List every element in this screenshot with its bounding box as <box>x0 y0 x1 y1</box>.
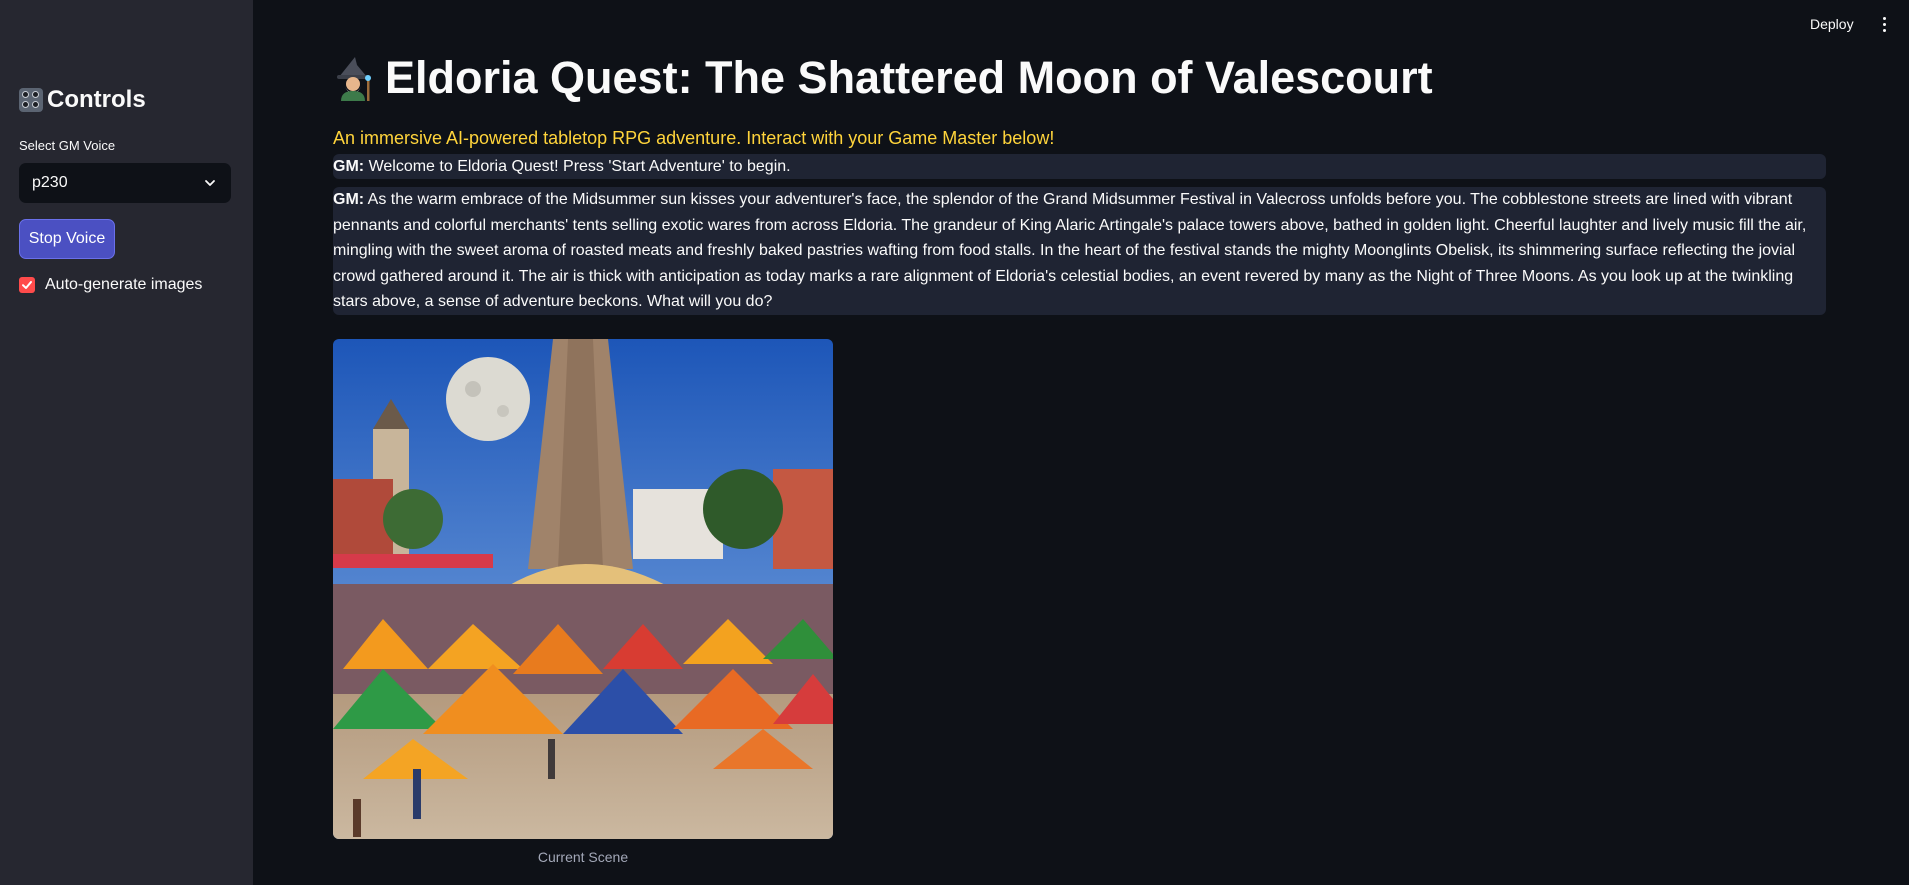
control-knobs-icon <box>19 88 43 112</box>
deploy-button[interactable]: Deploy <box>1810 13 1854 35</box>
checkmark-icon <box>22 281 32 289</box>
gm-voice-selected-value: p230 <box>32 174 68 191</box>
page-title: Eldoria Quest: The Shattered Moon of Val… <box>333 52 1433 104</box>
auto-generate-label: Auto-generate images <box>45 276 203 293</box>
message-text: Welcome to Eldoria Quest! Press 'Start A… <box>368 158 791 175</box>
sidebar-title-text: Controls <box>47 86 146 113</box>
stop-voice-button[interactable]: Stop Voice <box>19 219 115 259</box>
sidebar-title: Controls <box>19 86 146 114</box>
kebab-menu-icon[interactable] <box>1876 14 1892 34</box>
message-text: As the warm embrace of the Midsummer sun… <box>333 191 1807 310</box>
chevron-down-icon <box>205 180 215 186</box>
sidebar: Controls Select GM Voice p230 Stop Voice… <box>0 0 253 885</box>
auto-generate-checkbox[interactable] <box>19 277 35 293</box>
message-speaker: GM: <box>333 191 365 208</box>
chat-message: GM: Welcome to Eldoria Quest! Press 'Sta… <box>333 154 1826 179</box>
scene-caption: Current Scene <box>537 849 629 865</box>
page-title-text: Eldoria Quest: The Shattered Moon of Val… <box>385 52 1433 103</box>
page-subtitle: An immersive AI-powered tabletop RPG adv… <box>333 128 1055 148</box>
auto-generate-images-toggle[interactable]: Auto-generate images <box>19 276 202 294</box>
voice-select-label: Select GM Voice <box>19 138 116 153</box>
scene-image <box>333 339 833 839</box>
gm-voice-select[interactable]: p230 <box>19 163 231 203</box>
message-speaker: GM: <box>333 158 365 175</box>
festival-scene-illustration <box>333 339 833 839</box>
mage-icon <box>337 57 371 101</box>
chat-message: GM: As the warm embrace of the Midsummer… <box>333 187 1826 315</box>
